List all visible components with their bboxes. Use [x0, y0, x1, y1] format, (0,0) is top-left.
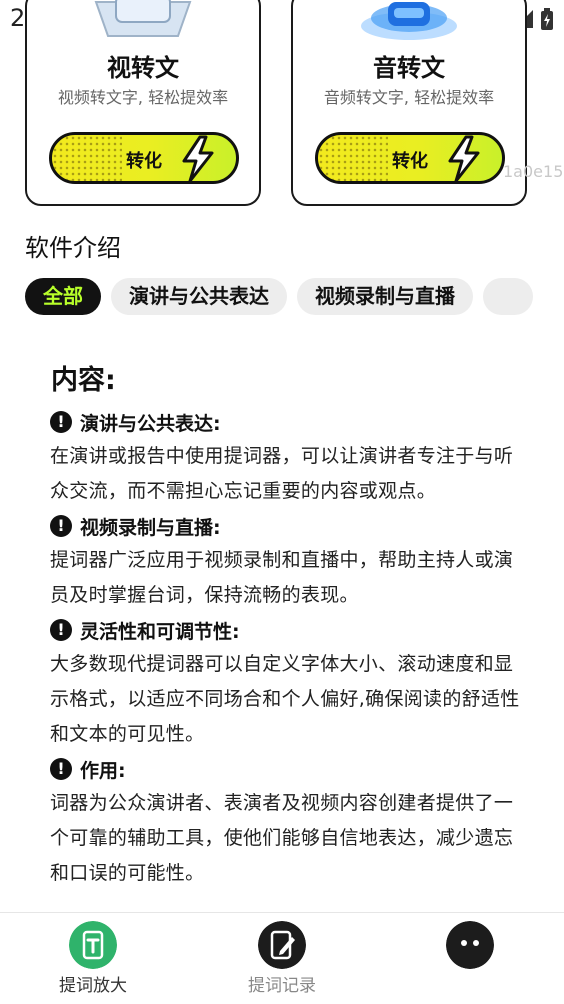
exclamation-icon: ! — [50, 515, 72, 537]
chip-video-live[interactable]: 视频录制与直播 — [297, 278, 473, 315]
item-title-text: 演讲与公共表达: — [80, 412, 221, 435]
content-item: ! 视频录制与直播: 提词器广泛应用于视频录制和直播中，帮助主持人或演员及时掌握… — [50, 509, 520, 613]
item-body: 在演讲或报告中使用提词器，可以让演讲者专注于与听众交流，而不需担心忘记重要的内容… — [50, 445, 514, 502]
content-heading-text: 内容: — [51, 365, 116, 396]
video-card-illustration — [94, 0, 192, 37]
edit-record-icon — [258, 921, 306, 969]
item-title-text: 作用: — [80, 759, 126, 782]
content-item: ! 演讲与公共表达: 在演讲或报告中使用提词器，可以让演讲者专注于与听众交流，而… — [50, 405, 520, 509]
exclamation-icon: ! — [50, 619, 72, 641]
video-to-text-card[interactable]: 视转文 视频转文字, 轻松提效率 转化 — [25, 0, 261, 206]
convert-label: 转化 — [392, 151, 428, 172]
teleprompter-t-icon — [69, 921, 117, 969]
watermark-text: 1a0e15 — [503, 162, 564, 181]
item-title-text: 视频录制与直播: — [80, 516, 221, 539]
item-title: ! 灵活性和可调节性: — [50, 613, 520, 647]
convert-label: 转化 — [126, 151, 162, 172]
category-chips: 全部 演讲与公共表达 视频录制与直播 — [25, 278, 539, 315]
battery-icon — [541, 8, 553, 30]
chat-face-icon — [446, 921, 494, 969]
nav-teleprompter-records[interactable]: 提词记录 — [212, 913, 352, 1004]
chip-speech[interactable]: 演讲与公共表达 — [111, 278, 287, 315]
nav-chat[interactable] — [400, 913, 540, 1004]
convert-button[interactable]: 转化 — [49, 132, 239, 184]
section-title: 软件介绍 — [25, 234, 121, 262]
dot-pattern — [52, 135, 122, 181]
item-body: 词器为公众演讲者、表演者及视频内容创建者提供了一个可靠的辅助工具，使他们能够自信… — [50, 792, 514, 884]
dot-pattern — [318, 135, 388, 181]
convert-button[interactable]: 转化 — [315, 132, 505, 184]
item-title: ! 作用: — [50, 752, 520, 786]
audio-card-illustration — [361, 2, 457, 40]
item-title: ! 视频录制与直播: — [50, 509, 520, 543]
chip-more[interactable] — [483, 278, 533, 315]
card-title: 视转文 — [107, 54, 179, 82]
bottom-navigation: 提词放大 提词记录 — [0, 912, 564, 1004]
chip-all[interactable]: 全部 — [25, 278, 101, 315]
nav-label: 提词记录 — [248, 976, 316, 996]
exclamation-icon: ! — [50, 758, 72, 780]
nav-label: 提词放大 — [59, 976, 127, 996]
lightning-icon — [182, 135, 214, 181]
item-title-text: 灵活性和可调节性: — [80, 620, 240, 643]
item-title: ! 演讲与公共表达: — [50, 405, 520, 439]
nav-teleprompter-zoom[interactable]: 提词放大 — [23, 913, 163, 1004]
item-body: 大多数现代提词器可以自定义字体大小、滚动速度和显示格式，以适应不同场合和个人偏好… — [50, 653, 520, 745]
card-subtitle: 音频转文字, 轻松提效率 — [323, 88, 495, 107]
exclamation-icon: ! — [50, 411, 72, 433]
content-body: ! 演讲与公共表达: 在演讲或报告中使用提词器，可以让演讲者专注于与听众交流，而… — [50, 405, 520, 891]
content-item: ! 作用: 词器为公众演讲者、表演者及视频内容创建者提供了一个可靠的辅助工具，使… — [50, 752, 520, 891]
card-title: 音转文 — [373, 54, 445, 82]
lightning-icon — [448, 135, 480, 181]
content-item: ! 灵活性和可调节性: 大多数现代提词器可以自定义字体大小、滚动速度和显示格式，… — [50, 613, 520, 752]
audio-to-text-card[interactable]: 音转文 音频转文字, 轻松提效率 转化 — [291, 0, 527, 206]
card-subtitle: 视频转文字, 轻松提效率 — [57, 88, 229, 107]
item-body: 提词器广泛应用于视频录制和直播中，帮助主持人或演员及时掌握台词，保持流畅的表现。 — [50, 549, 514, 606]
content-heading: 内容: — [51, 358, 116, 397]
